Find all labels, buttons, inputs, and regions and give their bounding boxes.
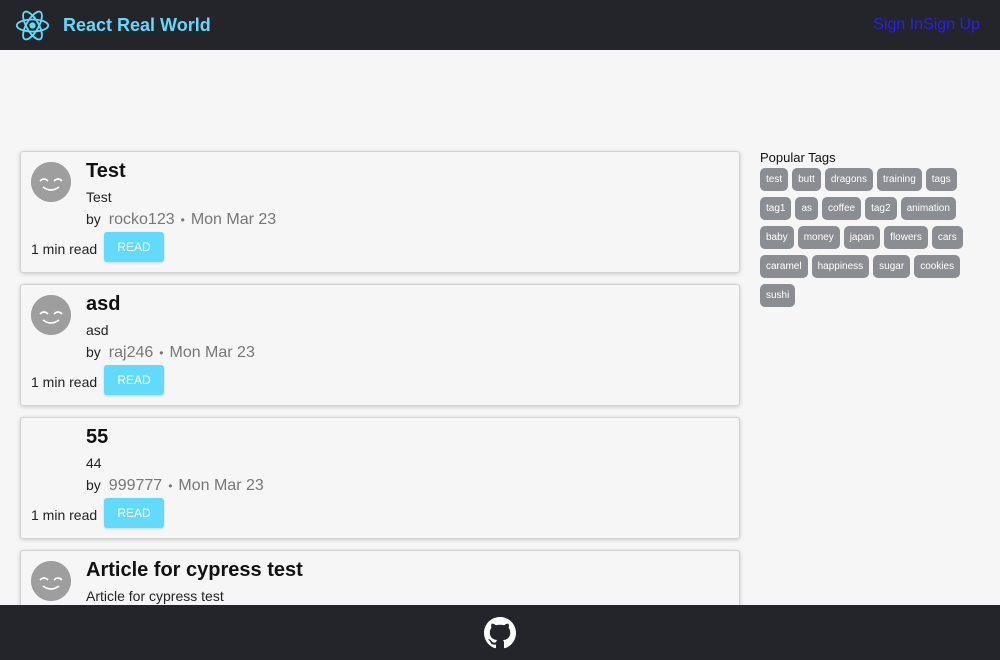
tag-pill[interactable]: caramel <box>760 255 808 278</box>
popular-tags-panel: Popular Tags test butt dragons training tags… <box>760 150 980 307</box>
article-title[interactable]: Test <box>86 160 126 183</box>
article-date: Mon Mar 23 <box>178 477 264 494</box>
tag-pill[interactable]: butt <box>792 168 821 191</box>
tag-pill[interactable]: tags <box>925 168 957 191</box>
article-description: asd <box>86 322 109 338</box>
tag-pill[interactable]: money <box>797 226 840 249</box>
article-description: 44 <box>86 455 102 471</box>
tag-pill[interactable]: animation <box>900 197 956 220</box>
sign-up-link[interactable]: Sign Up <box>923 16 980 34</box>
tag-pill[interactable]: sugar <box>873 255 911 278</box>
separator-dot: • <box>168 479 173 493</box>
article-meta: by raj246 • Mon Mar 23 <box>86 344 255 362</box>
popular-tags-title: Popular Tags <box>760 150 836 165</box>
article-feed: Test Test by rocko123 • Mon Mar 23 1 min… <box>20 151 740 660</box>
article-card: asd asd by raj246 • Mon Mar 23 1 min rea… <box>20 284 740 406</box>
read-time: 1 min read <box>31 374 98 390</box>
tag-pill[interactable]: dragons <box>824 168 873 191</box>
author-link[interactable]: 999777 <box>109 477 162 495</box>
by-label: by <box>86 211 101 227</box>
tag-list: test butt dragons training tags tag1 as coffee t… <box>760 168 980 307</box>
read-button[interactable]: READ <box>104 365 164 395</box>
tag-pill[interactable]: cookies <box>914 255 961 278</box>
article-meta: by rocko123 • Mon Mar 23 <box>86 211 276 229</box>
tag-pill[interactable]: flowers <box>884 226 928 249</box>
read-time: 1 min read <box>31 241 98 257</box>
article-date: Mon Mar 23 <box>190 211 277 228</box>
author-link[interactable]: rocko123 <box>109 211 175 229</box>
article-description: Article for cypress test <box>86 588 224 604</box>
smiley-avatar-icon <box>31 162 71 202</box>
tag-pill[interactable]: cars <box>931 226 963 249</box>
by-label: by <box>86 477 101 493</box>
brand-link[interactable]: React Real World <box>14 7 211 44</box>
article-description: Test <box>86 189 112 205</box>
avatar[interactable] <box>31 162 71 202</box>
article-date: Mon Mar 23 <box>169 344 255 361</box>
by-label: by <box>86 344 101 360</box>
smiley-avatar-icon <box>31 561 71 601</box>
sign-in-link[interactable]: Sign In <box>873 16 923 34</box>
article-card: Test Test by rocko123 • Mon Mar 23 1 min… <box>20 151 740 273</box>
auth-links: Sign In Sign Up <box>873 16 980 34</box>
tag-pill[interactable]: tag1 <box>760 197 792 220</box>
tag-pill[interactable]: training <box>876 168 922 191</box>
article-meta: by 999777 • Mon Mar 23 <box>86 477 264 495</box>
react-atom-icon <box>15 10 50 40</box>
article-title[interactable]: 55 <box>86 426 108 449</box>
avatar[interactable] <box>31 561 71 601</box>
article-card: 55 44 by 999777 • Mon Mar 23 1 min read … <box>20 417 740 539</box>
read-button[interactable]: READ <box>104 498 164 528</box>
separator-dot: • <box>159 346 164 360</box>
tag-pill[interactable]: japan <box>843 226 881 249</box>
tag-pill[interactable]: coffee <box>822 197 862 220</box>
tag-pill[interactable]: test <box>760 168 789 191</box>
tag-pill[interactable]: sushi <box>760 284 796 307</box>
tag-pill[interactable]: tag2 <box>865 197 897 220</box>
separator-dot: • <box>180 213 185 227</box>
footer <box>0 605 1000 660</box>
article-title[interactable]: Article for cypress test <box>86 559 303 582</box>
avatar[interactable] <box>31 295 71 335</box>
smiley-avatar-icon <box>31 295 71 335</box>
tag-pill[interactable]: as <box>795 197 819 220</box>
github-icon[interactable] <box>484 616 516 649</box>
tag-pill[interactable]: happiness <box>811 255 870 278</box>
app-title: React Real World <box>63 14 211 35</box>
article-title[interactable]: asd <box>86 293 120 316</box>
top-navbar: React Real World Sign In Sign Up <box>0 0 1000 50</box>
read-button[interactable]: READ <box>104 232 164 262</box>
tag-pill[interactable]: baby <box>760 226 794 249</box>
author-link[interactable]: raj246 <box>109 344 153 362</box>
read-time: 1 min read <box>31 507 98 523</box>
